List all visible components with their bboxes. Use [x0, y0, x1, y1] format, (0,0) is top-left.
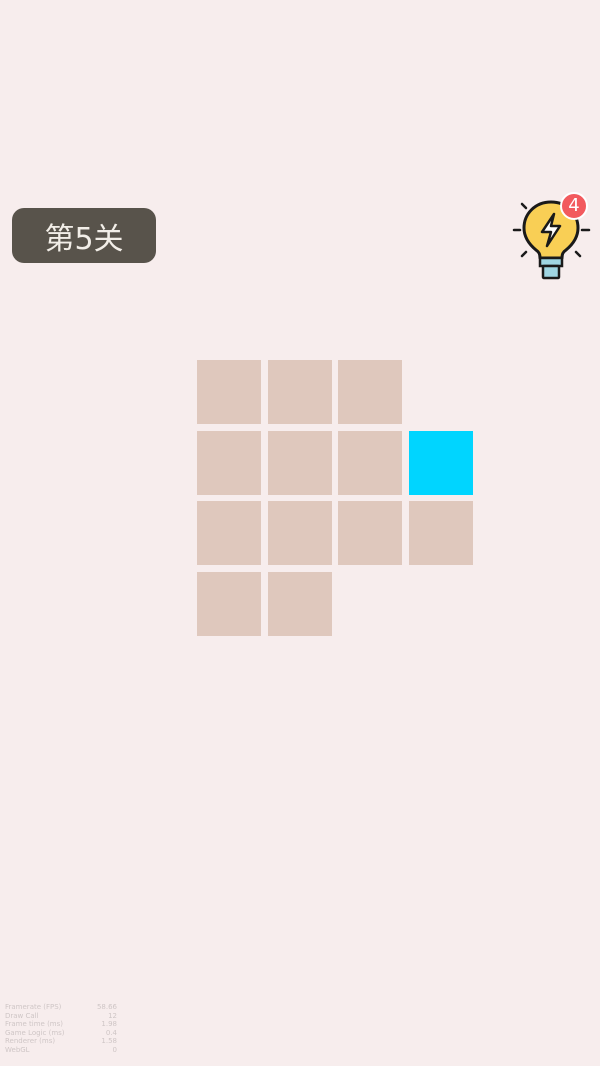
game-board	[197, 360, 477, 640]
stats-row: Framerate (FPS) 58.66	[5, 1003, 117, 1012]
board-cell[interactable]	[408, 501, 473, 565]
board-cell[interactable]	[267, 501, 332, 565]
board-cell[interactable]	[197, 360, 261, 424]
stats-label: Framerate (FPS)	[5, 1003, 62, 1011]
board-cell[interactable]	[338, 360, 402, 424]
hint-count-badge: 4	[560, 192, 588, 220]
hint-button[interactable]: 4	[510, 188, 594, 284]
stats-label: WebGL	[5, 1045, 30, 1054]
stats-value: 1.58	[101, 1037, 117, 1045]
board-cell[interactable]	[338, 501, 402, 565]
level-label: 第5关	[12, 208, 156, 263]
board-cell[interactable]	[267, 430, 332, 495]
stats-value: 1.98	[101, 1020, 117, 1028]
stats-row: Frame time (ms) 1.98	[5, 1020, 117, 1029]
stats-label: Game Logic (ms)	[5, 1028, 65, 1037]
stats-label: Frame time (ms)	[5, 1020, 64, 1028]
stats-value: 58.66	[96, 1003, 117, 1011]
stats-label: Draw Call	[5, 1011, 39, 1020]
stats-value: 0.4	[105, 1028, 117, 1037]
debug-stats: Framerate (FPS) 58.66 Draw Call 12 Frame tim…	[5, 1003, 117, 1054]
stats-label: Renderer (ms)	[5, 1037, 56, 1045]
board-cell[interactable]	[267, 360, 332, 424]
board-cell[interactable]	[338, 430, 402, 495]
board-cell[interactable]	[197, 571, 261, 636]
stats-row: WebGL 0	[5, 1046, 117, 1055]
stats-row: Renderer (ms) 1.58	[5, 1037, 117, 1046]
board-cell-active[interactable]	[408, 430, 473, 495]
board-cell[interactable]	[267, 571, 332, 636]
board-cell[interactable]	[197, 430, 261, 495]
stats-row: Game Logic (ms) 0.4	[5, 1029, 117, 1038]
stats-row: Draw Call 12	[5, 1012, 117, 1021]
stats-value: 0	[112, 1045, 117, 1054]
board-cell[interactable]	[197, 501, 261, 565]
stats-value: 12	[108, 1011, 117, 1020]
